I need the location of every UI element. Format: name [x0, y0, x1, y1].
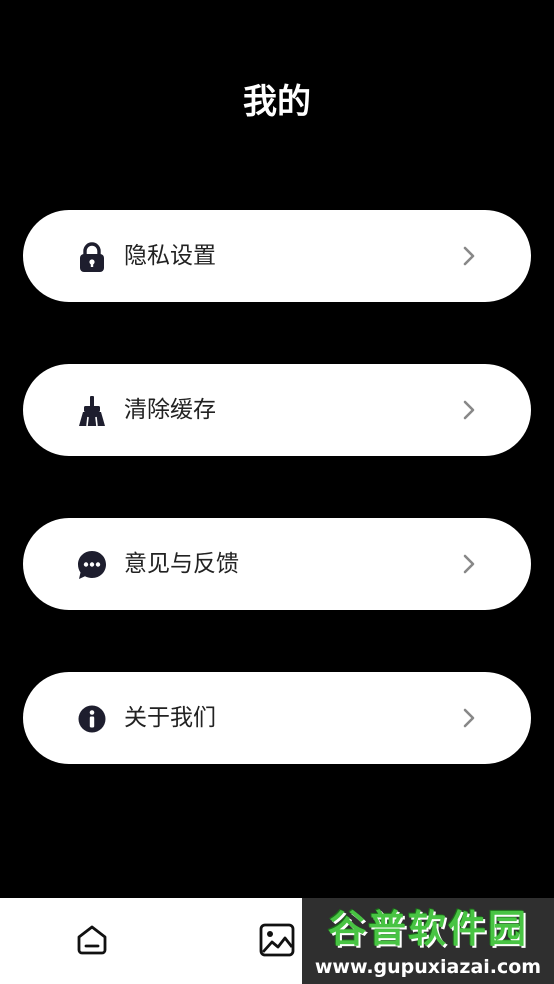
lock-icon: [77, 242, 107, 272]
feedback-label: 意见与反馈: [124, 551, 239, 577]
broom-icon: [77, 396, 107, 426]
nav-home-button[interactable]: [72, 922, 112, 962]
clear-cache-item[interactable]: 清除缓存: [23, 364, 531, 456]
feedback-item[interactable]: 意见与反馈: [23, 518, 531, 610]
home-icon: [75, 923, 109, 961]
about-us-label: 关于我们: [124, 705, 216, 731]
chevron-right-icon: [459, 246, 479, 266]
chat-bubble-icon: [77, 550, 107, 580]
privacy-settings-item[interactable]: 隐私设置: [23, 210, 531, 302]
image-icon: [259, 923, 295, 961]
privacy-settings-label: 隐私设置: [124, 243, 216, 269]
clear-cache-label: 清除缓存: [124, 397, 216, 423]
watermark: 谷普软件园 www.gupuxiazai.com: [302, 898, 554, 984]
info-icon: [77, 704, 107, 734]
chevron-right-icon: [459, 554, 479, 574]
my-page: 我的 隐私设置 清除缓存 意见与反馈 关于我们 谷普软件园 www.gupuxi…: [0, 0, 554, 984]
watermark-url: www.gupuxiazai.com: [314, 956, 542, 978]
about-us-item[interactable]: 关于我们: [23, 672, 531, 764]
chevron-right-icon: [459, 400, 479, 420]
page-title: 我的: [243, 82, 311, 122]
nav-gallery-button[interactable]: [257, 922, 297, 962]
chevron-right-icon: [459, 708, 479, 728]
watermark-text: 谷普软件园: [327, 907, 528, 951]
